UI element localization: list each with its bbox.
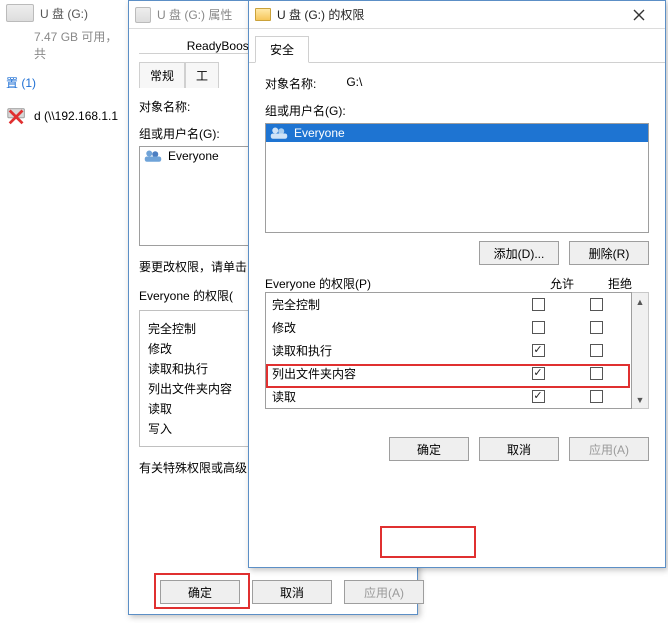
folder-icon: [255, 8, 271, 21]
deny-checkbox[interactable]: [590, 367, 603, 380]
column-deny: 拒绝: [591, 275, 649, 292]
allow-checkbox[interactable]: [532, 344, 545, 357]
drive-icon: [135, 7, 151, 23]
object-name-label: 对象名称:: [265, 75, 316, 92]
remove-button[interactable]: 删除(R): [569, 241, 649, 265]
deny-checkbox[interactable]: [590, 321, 603, 334]
object-name-label: 对象名称:: [139, 98, 190, 115]
list-item-label: Everyone: [294, 126, 345, 140]
perm-row: 完全控制: [266, 293, 631, 316]
permissions-title: U 盘 (G:) 的权限: [277, 6, 364, 23]
scrollbar[interactable]: ▲ ▼: [632, 292, 649, 409]
object-name-value: G:\: [346, 75, 362, 92]
list-item[interactable]: Everyone: [266, 124, 648, 142]
highlight-ok-permissions: [380, 526, 476, 558]
list-item-label: Everyone: [168, 149, 219, 163]
group-users-label: 组或用户名(G):: [265, 102, 649, 119]
tab-security[interactable]: 安全: [255, 36, 309, 63]
perm-row: 列出文件夹内容: [266, 362, 631, 385]
cancel-button[interactable]: 取消: [479, 437, 559, 461]
network-item-label: d (\\192.168.1.1: [34, 109, 118, 123]
properties-title: U 盘 (G:) 属性: [157, 6, 232, 23]
ok-button[interactable]: 确定: [160, 580, 240, 604]
tab-general[interactable]: 常规: [139, 62, 185, 88]
network-item[interactable]: d (\\192.168.1.1: [0, 101, 128, 131]
perm-row: 读取和执行: [266, 339, 631, 362]
drive-label: U 盘 (G:): [40, 5, 88, 22]
location-count: 置 (1): [0, 64, 128, 101]
deny-checkbox[interactable]: [590, 298, 603, 311]
drive-freespace: 7.47 GB 可用，共: [0, 26, 128, 64]
permissions-titlebar[interactable]: U 盘 (G:) 的权限: [249, 1, 665, 29]
allow-checkbox[interactable]: [532, 367, 545, 380]
drive-icon: [6, 4, 34, 22]
apply-button[interactable]: 应用(A): [569, 437, 649, 461]
deny-checkbox[interactable]: [590, 390, 603, 403]
group-users-list[interactable]: Everyone: [265, 123, 649, 233]
scroll-down-icon[interactable]: ▼: [632, 391, 648, 408]
users-icon: [270, 126, 288, 140]
allow-checkbox[interactable]: [532, 390, 545, 403]
perm-row: 读取: [266, 385, 631, 408]
network-drive-error-icon: [6, 105, 28, 127]
permissions-table: 完全控制 修改 读取和执行 列出文件夹内容: [265, 292, 632, 409]
allow-checkbox[interactable]: [532, 298, 545, 311]
add-button[interactable]: 添加(D)...: [479, 241, 559, 265]
allow-checkbox[interactable]: [532, 321, 545, 334]
users-icon: [144, 149, 162, 163]
apply-button[interactable]: 应用(A): [344, 580, 424, 604]
permissions-for-label: Everyone 的权限(P): [265, 275, 533, 292]
perm-row: 修改: [266, 316, 631, 339]
cancel-button[interactable]: 取消: [252, 580, 332, 604]
drive-item[interactable]: U 盘 (G:): [0, 0, 128, 26]
ok-button[interactable]: 确定: [389, 437, 469, 461]
tab-tools[interactable]: 工: [185, 62, 219, 88]
scroll-up-icon[interactable]: ▲: [632, 293, 648, 310]
deny-checkbox[interactable]: [590, 344, 603, 357]
permissions-dialog: U 盘 (G:) 的权限 安全 对象名称: G:\ 组或用户名(G): Ever…: [248, 0, 666, 568]
close-button[interactable]: [619, 1, 659, 29]
explorer-fragment: U 盘 (G:) 7.47 GB 可用，共 置 (1) d (\\192.168…: [0, 0, 128, 623]
close-icon: [633, 9, 645, 21]
column-allow: 允许: [533, 275, 591, 292]
